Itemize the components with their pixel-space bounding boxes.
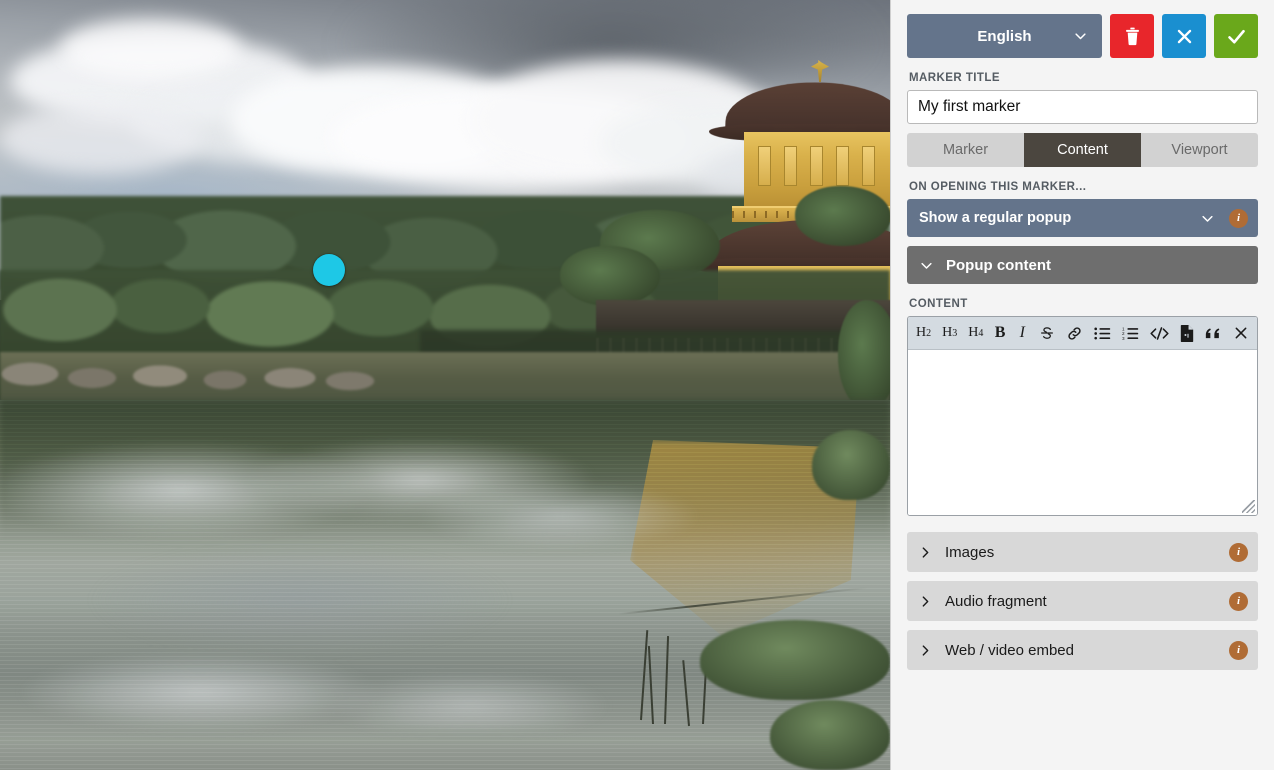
numbered-list-icon[interactable]: 1 2 3 — [1122, 322, 1139, 344]
editor-resize-handle[interactable] — [1242, 500, 1255, 513]
content-label: CONTENT — [909, 298, 1258, 310]
blockquote-icon[interactable] — [1205, 322, 1222, 344]
shrub — [770, 700, 890, 770]
marker-settings-panel: English — [890, 0, 1274, 770]
close-icon — [1175, 27, 1194, 46]
image-canvas[interactable] — [0, 0, 890, 770]
rich-text-editor: H2 H3 H4 B I — [907, 316, 1258, 516]
strikethrough-icon[interactable] — [1039, 322, 1055, 344]
section-audio-fragment[interactable]: Audio fragment i — [907, 581, 1258, 621]
section-images[interactable]: Images i — [907, 532, 1258, 572]
tab-viewport[interactable]: Viewport — [1141, 133, 1258, 167]
on-opening-label: ON OPENING THIS MARKER... — [909, 181, 1258, 193]
panel-tabs: Marker Content Viewport — [907, 133, 1258, 167]
chevron-right-icon — [919, 643, 932, 658]
tab-content[interactable]: Content — [1024, 133, 1141, 167]
shrub — [700, 620, 890, 700]
section-images-info-icon[interactable]: i — [1229, 543, 1248, 562]
panorama-photo — [0, 0, 890, 770]
tab-marker[interactable]: Marker — [907, 133, 1024, 167]
shrub — [812, 430, 890, 500]
chevron-right-icon — [919, 594, 932, 609]
pine-tree — [560, 246, 660, 306]
on-opening-selector[interactable]: Show a regular popup i — [907, 199, 1258, 237]
heading-4-icon[interactable]: H4 — [968, 322, 983, 344]
panel-action-row: English — [907, 14, 1258, 58]
italic-icon[interactable]: I — [1017, 322, 1028, 344]
on-opening-value: Show a regular popup — [919, 210, 1200, 226]
section-embed-info-icon[interactable]: i — [1229, 641, 1248, 660]
marker-title-label: MARKER TITLE — [909, 72, 1258, 84]
check-icon — [1226, 26, 1247, 47]
popup-content-label: Popup content — [946, 257, 1051, 274]
language-selector[interactable]: English — [907, 14, 1102, 58]
code-icon[interactable] — [1150, 322, 1169, 344]
delete-marker-button[interactable] — [1110, 14, 1154, 58]
chevron-down-icon — [1200, 211, 1215, 226]
svg-text:3: 3 — [1122, 335, 1125, 340]
file-icon[interactable] — [1180, 322, 1194, 344]
marker-dot[interactable] — [313, 254, 345, 286]
section-audio-label: Audio fragment — [945, 593, 1216, 610]
section-images-label: Images — [945, 544, 1216, 561]
trash-icon — [1124, 27, 1141, 46]
chevron-right-icon — [919, 545, 932, 560]
water-ripples — [0, 400, 890, 770]
marker-editor-app: English — [0, 0, 1274, 770]
popup-content-section-header[interactable]: Popup content — [907, 246, 1258, 284]
section-audio-info-icon[interactable]: i — [1229, 592, 1248, 611]
pine-tree — [838, 300, 890, 410]
upper-roof — [725, 82, 890, 134]
heading-3-icon[interactable]: H3 — [942, 322, 957, 344]
bold-icon[interactable]: B — [994, 322, 1005, 344]
save-button[interactable] — [1214, 14, 1258, 58]
cancel-button[interactable] — [1162, 14, 1206, 58]
marker-title-input[interactable] — [907, 90, 1258, 124]
pine-tree — [795, 186, 890, 246]
cloud — [60, 18, 240, 78]
section-embed-label: Web / video embed — [945, 642, 1216, 659]
content-editor-area[interactable] — [908, 350, 1257, 515]
chevron-down-icon — [1073, 29, 1088, 44]
link-icon[interactable] — [1066, 322, 1083, 344]
heading-2-icon[interactable]: H2 — [916, 322, 931, 344]
bullet-list-icon[interactable] — [1094, 322, 1111, 344]
section-web-video-embed[interactable]: Web / video embed i — [907, 630, 1258, 670]
editor-toolbar: H2 H3 H4 B I — [908, 317, 1257, 350]
language-label: English — [977, 28, 1031, 45]
clear-formatting-icon[interactable] — [1233, 322, 1249, 344]
on-opening-info-icon[interactable]: i — [1229, 209, 1248, 228]
phoenix-finial — [811, 60, 829, 82]
chevron-down-icon — [919, 258, 934, 273]
